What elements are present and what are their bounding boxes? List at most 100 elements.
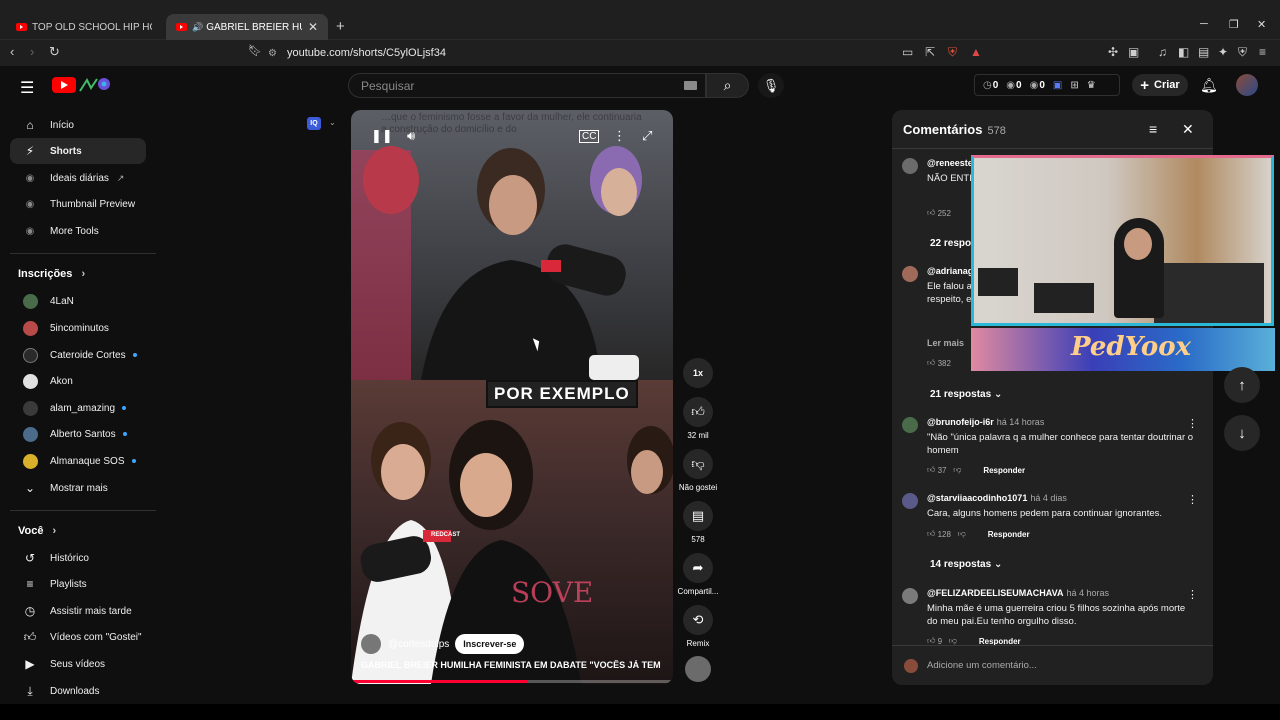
sidebar-item-home[interactable]: ⌂ Início <box>10 112 146 138</box>
sidebar-channel[interactable]: Akon <box>10 368 146 394</box>
channel-name[interactable]: @cortesdolps <box>388 639 449 650</box>
sort-icon[interactable]: ≡ <box>1149 121 1157 137</box>
hamburger-menu-icon[interactable]: ☰ <box>20 78 34 98</box>
search-input[interactable]: Pesquisar <box>348 73 706 98</box>
media-icon[interactable]: ♫ <box>1158 45 1167 59</box>
comment-menu-icon[interactable]: ⋮ <box>1187 417 1198 430</box>
wallet-icon[interactable]: ▤ <box>1198 45 1209 59</box>
search-button[interactable]: ⌕ <box>706 73 749 98</box>
more-options-icon[interactable]: ⋮ <box>613 128 626 144</box>
video-progress-bar[interactable] <box>351 680 673 683</box>
replies-toggle[interactable]: 14 respostas ⌄ <box>930 559 1002 570</box>
sidebar-item-shorts[interactable]: ⚡︎ Shorts <box>10 138 146 164</box>
subscriptions-heading[interactable]: Inscrições › <box>18 268 85 280</box>
comment-menu-icon[interactable]: ⋮ <box>1187 493 1198 506</box>
create-button[interactable]: + Criar <box>1132 74 1188 96</box>
comment-author[interactable]: @brunofeijo-i6r há 14 horas <box>927 417 1044 427</box>
thumbs-up-icon[interactable]: 👍︎ <box>927 465 935 475</box>
thumbs-up-icon[interactable]: 👍︎ <box>927 529 935 539</box>
fullscreen-icon[interactable]: ⤢ <box>642 128 652 144</box>
sidebar-channel[interactable]: alam_amazing <box>10 395 146 421</box>
keyboard-icon[interactable] <box>684 81 697 90</box>
screenshot-icon[interactable]: ▣ <box>1128 45 1139 59</box>
leo-icon[interactable]: ✦ <box>1218 45 1228 59</box>
voice-search-button[interactable]: 🎙︎ <box>758 73 784 98</box>
reply-button[interactable]: Responder <box>983 466 1025 475</box>
comment-author[interactable]: @FELIZARDEELISEUMACHAVA há 4 horas <box>927 588 1109 598</box>
share-icon[interactable]: ⇱ <box>925 45 935 59</box>
vidiq-badge-icon[interactable]: IQ <box>307 117 321 130</box>
subscribe-button[interactable]: Inscrever-se <box>455 634 525 654</box>
add-comment-field[interactable]: Adicione um comentário... <box>892 645 1213 685</box>
close-tab-icon[interactable]: ✕ <box>308 20 318 34</box>
sidebar-item-more-tools[interactable]: ◉ More Tools <box>10 218 146 244</box>
cast-icon[interactable]: ▭ <box>902 45 913 59</box>
sidebar-channel[interactable]: Cateroide Cortes <box>10 342 146 368</box>
menu-icon[interactable]: ≡ <box>1259 45 1266 59</box>
sidebar-toggle-icon[interactable]: ◧ <box>1178 45 1189 59</box>
sidebar-item-history[interactable]: ↺ Histórico <box>10 545 146 571</box>
close-window-icon[interactable]: ✕ <box>1257 18 1266 31</box>
volume-icon[interactable]: 🔊︎ <box>407 128 415 144</box>
thumbs-down-icon[interactable]: 👎︎ <box>958 529 966 539</box>
captions-icon[interactable]: CC <box>579 130 600 143</box>
restore-icon[interactable]: ❐ <box>1229 18 1239 31</box>
sidebar-show-more[interactable]: ⌄ Mostrar mais <box>10 475 146 501</box>
sidebar-item-watch-later[interactable]: ◷ Assistir mais tarde <box>10 598 146 624</box>
comment-menu-icon[interactable]: ⋮ <box>1187 588 1198 601</box>
comment-avatar[interactable] <box>902 266 918 282</box>
trophy-icon[interactable]: ♛ <box>1087 80 1096 91</box>
sidebar-channel[interactable]: Almanaque SOS <box>10 448 146 474</box>
reply-button[interactable]: Responder <box>988 530 1030 539</box>
playback-speed-button[interactable]: 1x <box>676 358 720 392</box>
comment-avatar[interactable] <box>902 417 918 433</box>
rewards-icon[interactable]: ▲ <box>970 45 982 59</box>
sidebar-item-thumbnail-preview[interactable]: ◉ Thumbnail Preview <box>10 191 146 217</box>
new-tab-icon[interactable]: + <box>336 18 345 35</box>
comment-author[interactable]: @starviiaacodinho1071 há 4 dias <box>927 493 1067 503</box>
channel-avatar[interactable] <box>361 634 381 654</box>
site-info-icon[interactable]: ⚙ <box>268 48 277 59</box>
thumbs-up-icon[interactable]: 👍︎ <box>927 208 935 218</box>
youtube-logo-icon[interactable] <box>52 77 76 93</box>
sidebar-channel[interactable]: Alberto Santos <box>10 421 146 447</box>
sidebar-item-downloads[interactable]: ⤓ Downloads <box>10 678 146 704</box>
notifications-bell-icon[interactable]: 🔔︎ <box>1200 77 1218 94</box>
grid-icon[interactable]: ⊞ <box>1070 80 1078 91</box>
comment-author[interactable]: @adrianag <box>927 266 973 276</box>
url-field[interactable]: ⚙ youtube.com/shorts/C5ylOLjsf34 <box>268 43 898 63</box>
next-short-button[interactable]: ↓ <box>1224 415 1260 451</box>
extension-counters[interactable]: ◷0 ◉0 ◉0 ▣ ⊞ ♛ <box>974 74 1120 96</box>
sound-source-button[interactable] <box>676 656 720 686</box>
vpn-icon[interactable]: ⛨ <box>1238 45 1247 60</box>
replies-toggle[interactable]: 21 respostas ⌄ <box>930 389 1002 400</box>
sidebar-item-ideias-diarias[interactable]: ◉ Ideais diárias ↗ <box>10 165 146 191</box>
close-icon[interactable]: ✕ <box>1182 121 1194 138</box>
extensions-icon[interactable]: ✣ <box>1108 45 1118 59</box>
comment-avatar[interactable] <box>902 588 918 604</box>
browser-tab[interactable]: TOP OLD SCHOOL HIP HOP 🔥 50 Ce <box>6 14 162 40</box>
remix-button[interactable]: ⟲ Remix <box>676 605 720 648</box>
sidebar-channel[interactable]: 4LaN <box>10 288 146 314</box>
browser-tab-active[interactable]: 🔊 GABRIEL BREIER HUMILHA FE ✕ <box>166 14 328 40</box>
minimize-icon[interactable]: ─ <box>1200 18 1208 30</box>
back-icon[interactable]: ‹ <box>10 44 14 59</box>
thumbs-down-icon[interactable]: 👎︎ <box>953 465 961 475</box>
pause-icon[interactable]: ❚❚ <box>371 128 393 144</box>
chevron-down-icon[interactable]: ⌄ <box>329 118 336 127</box>
sidebar-channel[interactable]: 5incominutos <box>10 315 146 341</box>
comments-button[interactable]: ▤ 578 <box>676 501 720 544</box>
dislike-button[interactable]: 👎︎ Não gostei <box>676 449 720 492</box>
vidiq-icon[interactable]: ▣ <box>1053 80 1062 91</box>
reload-icon[interactable]: ↻ <box>49 44 60 60</box>
sidebar-item-your-videos[interactable]: ▶ Seus vídeos <box>10 651 146 677</box>
account-avatar[interactable] <box>1236 74 1258 96</box>
bookmark-icon[interactable]: 🔖︎ <box>248 44 262 57</box>
comment-avatar[interactable] <box>902 158 918 174</box>
thumbs-up-icon[interactable]: 👍︎ <box>927 358 935 368</box>
previous-short-button[interactable]: ↑ <box>1224 367 1260 403</box>
read-more-link[interactable]: Ler mais <box>927 338 964 348</box>
brave-shield-icon[interactable]: ⛨ <box>948 45 957 60</box>
speaker-icon[interactable]: 🔊 <box>192 22 203 33</box>
like-button[interactable]: 👍︎ 32 mil <box>676 397 720 440</box>
